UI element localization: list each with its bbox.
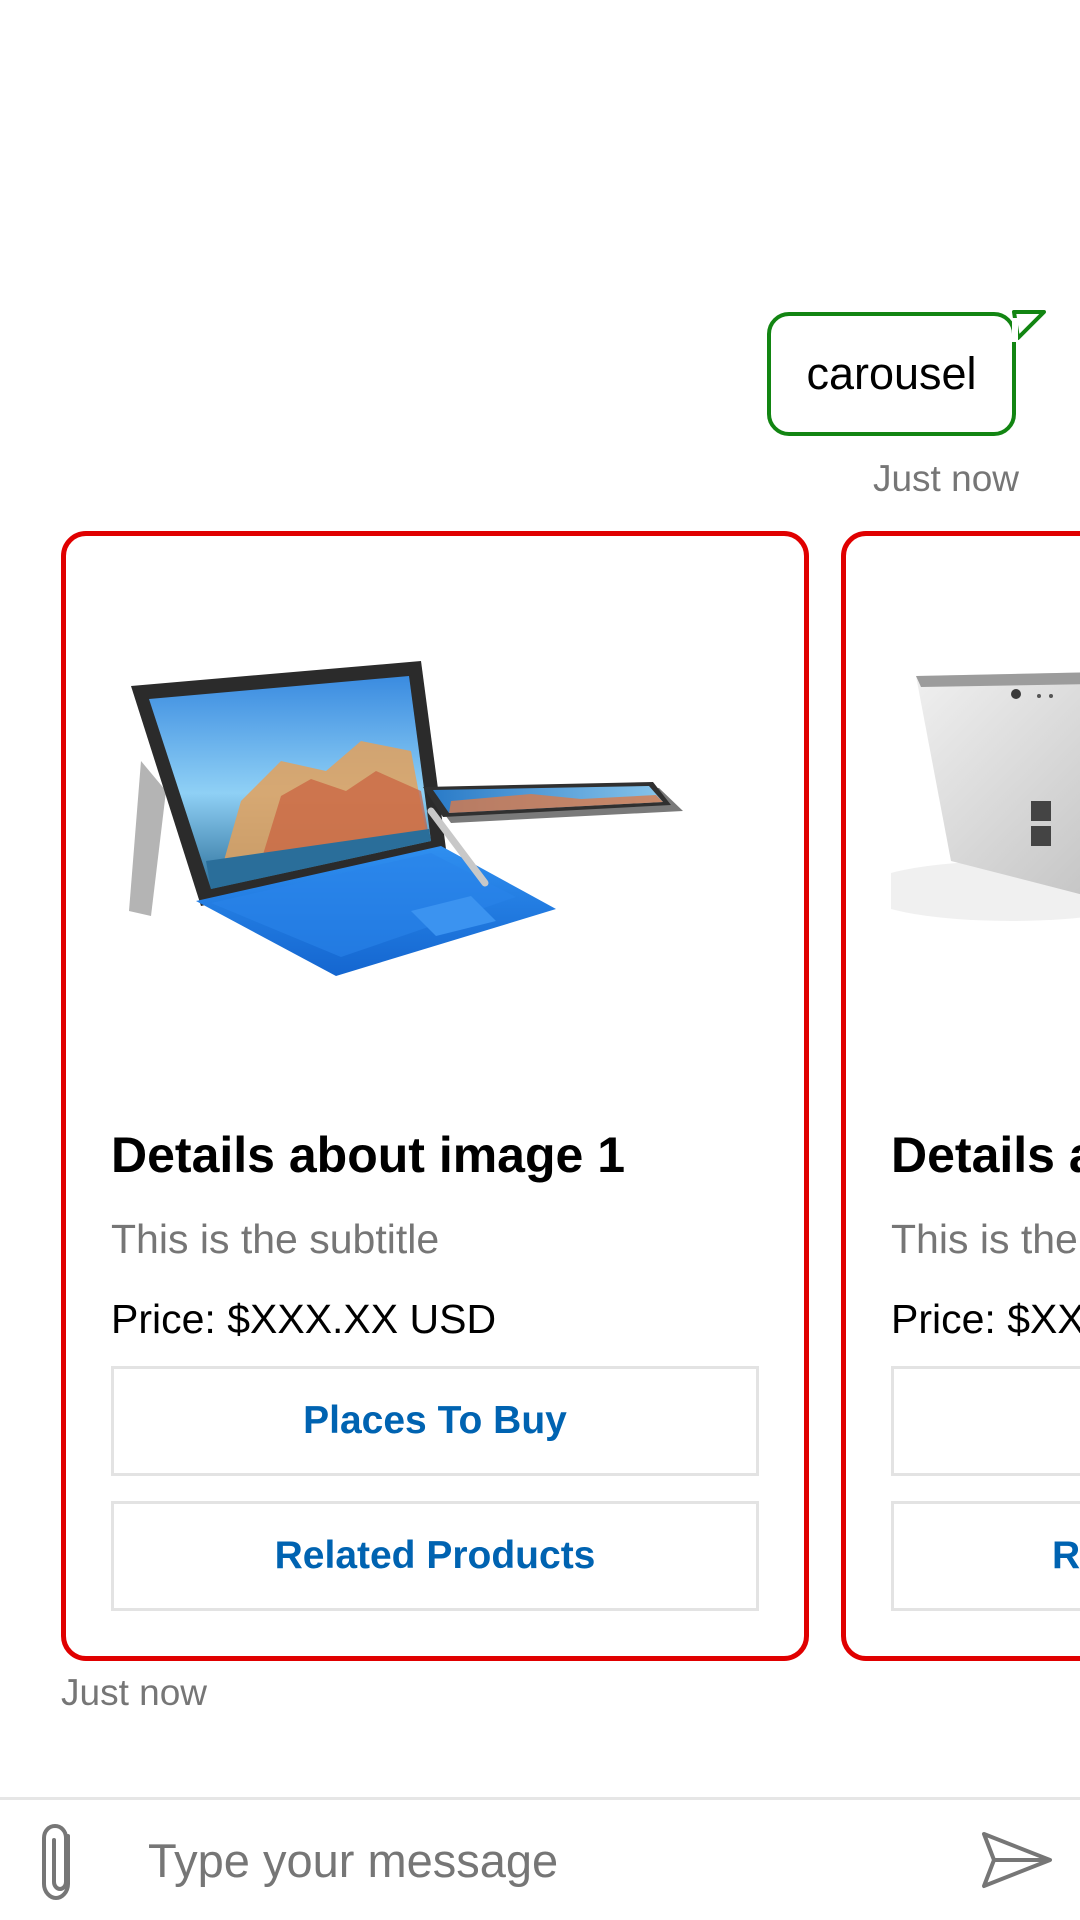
card-2-action-button-1[interactable] — [891, 1366, 1080, 1476]
card-price: Price: $XXX.XX USD — [111, 1296, 497, 1342]
surface-pro-back-kickstand-image[interactable] — [891, 591, 1080, 1011]
message-input[interactable] — [148, 1820, 948, 1900]
card-2-action-button-2[interactable]: R — [891, 1501, 1080, 1611]
bot-message-timestamp: Just now — [61, 1672, 208, 1713]
send-box — [0, 1797, 1080, 1920]
card-title: Details a — [891, 1127, 1080, 1183]
card-subtitle: This is the — [891, 1216, 1078, 1262]
send-icon[interactable] — [980, 1828, 1055, 1893]
card-subtitle: This is the subtitle — [111, 1216, 440, 1262]
user-message-bubble: carousel — [767, 312, 1016, 436]
hero-card-2: Details a This is the Price: $XX R — [841, 531, 1080, 1661]
user-message-timestamp: Just now — [872, 458, 1019, 499]
chat-app: carousel Just now Details about image 1 … — [0, 0, 1080, 1920]
surface-pro-blue-keyboard-image[interactable] — [111, 591, 771, 1011]
bubble-nub — [1012, 310, 1046, 342]
places-to-buy-button[interactable]: Places To Buy — [111, 1366, 759, 1476]
card-title: Details about image 1 — [111, 1127, 626, 1183]
related-products-button[interactable]: Related Products — [111, 1501, 759, 1611]
hero-card-carousel[interactable]: Details about image 1 This is the subtit… — [0, 531, 1080, 1665]
hero-card-1: Details about image 1 This is the subtit… — [61, 531, 809, 1661]
card-price: Price: $XX — [891, 1296, 1080, 1342]
paperclip-icon[interactable] — [30, 1822, 90, 1902]
user-message-text: carousel — [806, 348, 977, 399]
chat-transcript[interactable]: carousel Just now Details about image 1 … — [0, 0, 1080, 1797]
